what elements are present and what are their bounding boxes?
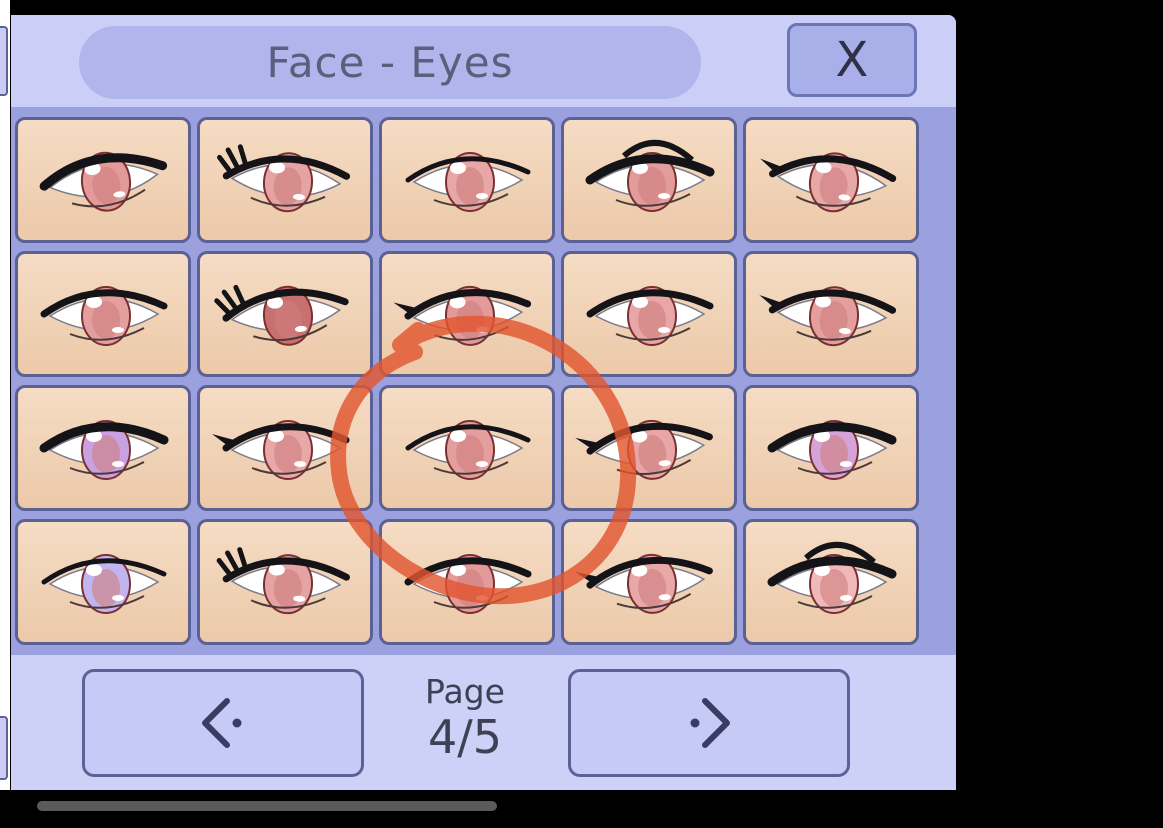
eye-option-6[interactable] <box>15 251 191 377</box>
eye-icon <box>767 420 897 480</box>
eye-icon <box>216 547 350 615</box>
pagination-bar: Page 4/5 <box>11 655 956 790</box>
eye-icon <box>575 553 713 614</box>
eye-icon <box>760 152 897 213</box>
eye-option-9[interactable] <box>561 251 737 377</box>
eye-option-12[interactable] <box>197 385 373 511</box>
eye-option-16[interactable] <box>15 519 191 645</box>
panel-header: Face - Eyes X <box>11 15 956 107</box>
chevron-left-icon <box>202 698 242 748</box>
left-side-tab-bottom[interactable] <box>0 716 8 780</box>
eye-icon <box>393 285 532 346</box>
eye-option-17[interactable] <box>197 519 373 645</box>
page-label: Page <box>425 672 505 711</box>
page-number: 4/5 <box>427 710 503 764</box>
eye-option-7[interactable] <box>197 251 373 377</box>
eye-icon <box>217 144 351 213</box>
left-edge-strip <box>0 0 10 790</box>
home-indicator <box>37 801 497 811</box>
eye-option-10[interactable] <box>743 251 919 377</box>
eye-icon <box>586 286 714 346</box>
left-side-tab-top[interactable] <box>0 26 8 96</box>
eye-option-2[interactable] <box>197 117 373 243</box>
eye-option-13[interactable] <box>379 385 555 511</box>
eye-option-18[interactable] <box>379 519 555 645</box>
close-button[interactable]: X <box>787 23 917 97</box>
eye-option-20[interactable] <box>743 519 919 645</box>
eye-icon <box>41 554 167 614</box>
panel-title: Face - Eyes <box>79 26 701 99</box>
page-indicator: Page 4/5 <box>381 672 549 764</box>
eye-icon <box>39 420 169 480</box>
eye-option-5[interactable] <box>743 117 919 243</box>
eye-icon <box>40 286 168 346</box>
eyes-selection-panel: Face - Eyes X Page 4/5 <box>11 15 956 790</box>
eye-option-19[interactable] <box>561 519 737 645</box>
eye-option-11[interactable] <box>15 385 191 511</box>
eye-options-grid <box>15 117 919 645</box>
chevron-right-icon <box>690 698 730 748</box>
eye-icon <box>585 140 715 212</box>
eye-icon <box>759 286 897 347</box>
eye-icon <box>575 419 713 480</box>
next-page-button[interactable] <box>568 669 850 777</box>
eye-icon <box>212 420 350 480</box>
previous-page-button[interactable] <box>82 669 364 777</box>
eye-icon <box>404 554 532 614</box>
eye-icon <box>767 542 897 614</box>
eye-option-1[interactable] <box>15 117 191 243</box>
eye-icon <box>405 152 531 212</box>
eye-option-8[interactable] <box>379 251 555 377</box>
eye-options-area <box>11 107 956 655</box>
eye-icon <box>39 151 168 212</box>
eye-icon <box>405 420 531 480</box>
eye-option-15[interactable] <box>743 385 919 511</box>
eye-option-3[interactable] <box>379 117 555 243</box>
eye-option-4[interactable] <box>561 117 737 243</box>
eye-icon <box>214 284 349 346</box>
eye-option-14[interactable] <box>561 385 737 511</box>
